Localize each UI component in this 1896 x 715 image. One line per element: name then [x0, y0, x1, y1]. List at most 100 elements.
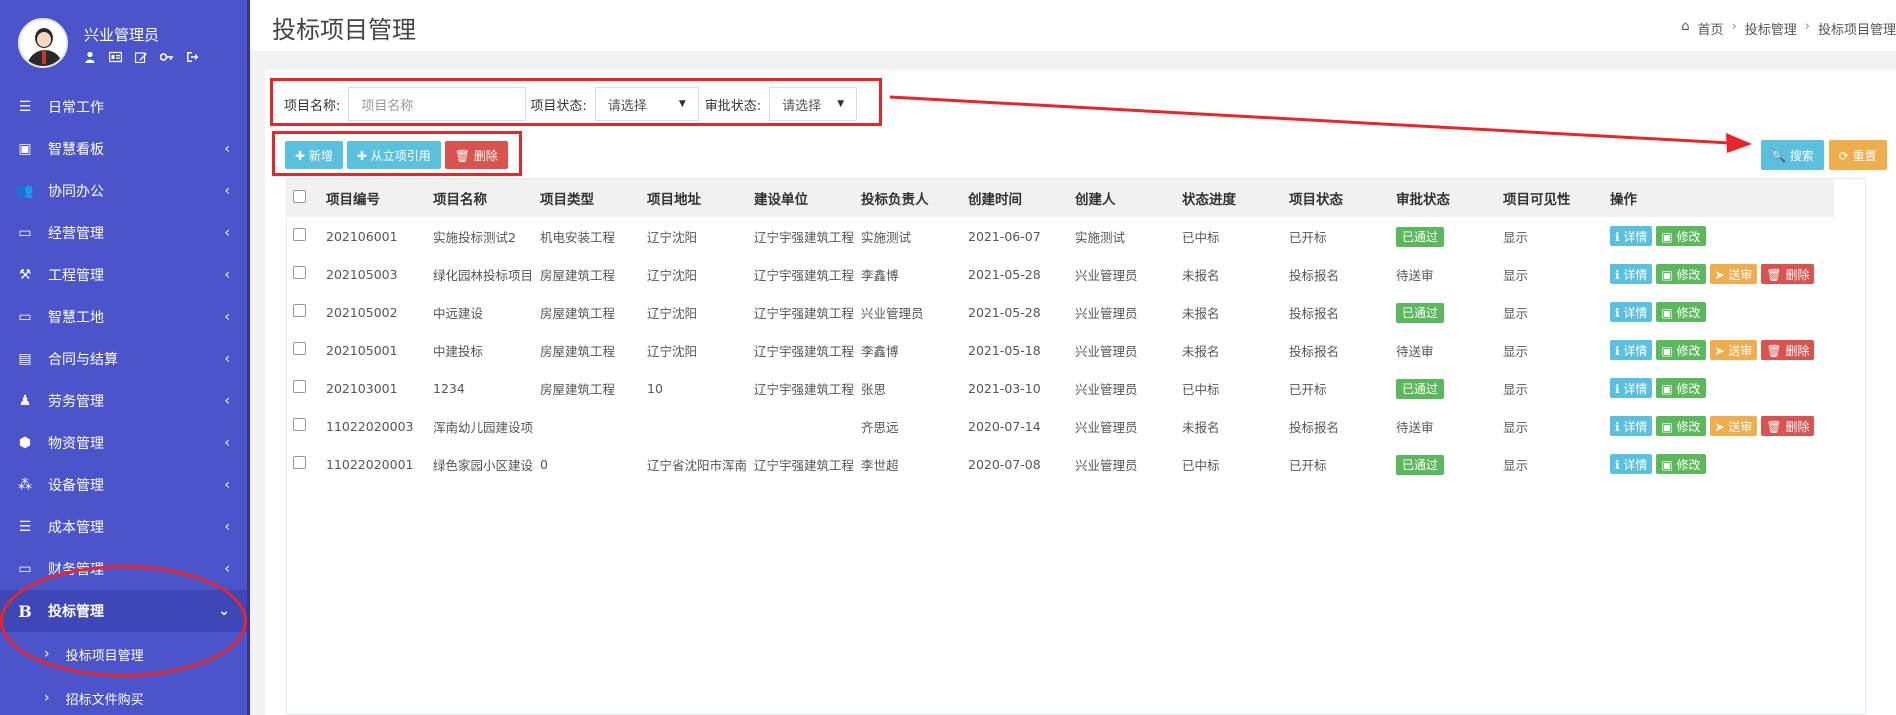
user-icon[interactable] [84, 51, 96, 63]
cell-progress: 未报名 [1182, 343, 1220, 359]
sidebar-item-2[interactable]: 👥 协同办公 ‹ [0, 170, 250, 212]
send-button[interactable]: ➤ 送审 [1709, 416, 1758, 436]
sidebar-item-3[interactable]: ▭ 经营管理 ‹ [0, 212, 250, 254]
cell-type: 机电安装工程 [540, 229, 616, 245]
cell-type [534, 407, 641, 445]
sidebar-item-label: 投标管理 [48, 604, 104, 620]
detail-button[interactable]: ℹ 详情 [1610, 226, 1653, 246]
cell-status: 已开标 [1289, 457, 1327, 473]
chevron-left-icon: ‹ [224, 519, 230, 535]
send-button[interactable]: ➤ 送审 [1709, 264, 1758, 284]
table-header: 项目编号 项目名称 项目类型 项目地址 建设单位 投标负责人 创建时间 创建人 状态进度 项目状态… [287, 179, 1834, 217]
box-icon: ⬢ [18, 435, 32, 451]
detail-button[interactable]: ℹ 详情 [1610, 416, 1653, 436]
row-checkbox[interactable] [293, 380, 306, 393]
cell-progress: 未报名 [1182, 267, 1220, 283]
edit-button[interactable]: ▣ 修改 [1656, 226, 1706, 246]
list-icon: ☰ [18, 519, 32, 535]
key-icon[interactable] [160, 51, 173, 63]
project-status-select[interactable]: 请选择 ▼ [594, 87, 699, 121]
cell-name: 绿色家园小区建设项 [433, 457, 534, 473]
sidebar-item-9[interactable]: ⁂ 设备管理 ‹ [0, 464, 250, 506]
sidebar-item-8[interactable]: ⬢ 物资管理 ‹ [0, 422, 250, 464]
sidebar-item-12[interactable]: B 投标管理 ⌄ [0, 590, 250, 632]
row-checkbox[interactable] [293, 228, 306, 241]
cell-addr: 辽宁沈阳 [647, 343, 698, 359]
detail-button[interactable]: ℹ 详情 [1610, 378, 1653, 398]
sidebar-item-11[interactable]: ▭ 财务管理 ‹ [0, 548, 250, 590]
table-row: 202106001实施投标测试2机电安装工程辽宁沈阳辽宁宇强建筑工程有实施测试2… [287, 217, 1834, 255]
detail-button[interactable]: ℹ 详情 [1610, 340, 1653, 360]
edit-button[interactable]: ▣ 修改 [1656, 378, 1706, 398]
edit-button[interactable]: ▣ 修改 [1656, 264, 1706, 284]
chevron-left-icon: ‹ [224, 309, 230, 325]
row-checkbox[interactable] [293, 266, 306, 279]
approval-status-select[interactable]: 请选择 ▼ [769, 87, 858, 121]
add-button[interactable]: ✚ 新增 [285, 141, 343, 169]
home-icon: ⌂ [1681, 19, 1690, 34]
edit-icon[interactable] [135, 51, 147, 63]
del-button[interactable]: 🗑 删除 [1761, 416, 1815, 436]
sidebar-item-7[interactable]: ♟ 劳务管理 ‹ [0, 380, 250, 422]
id-card-icon[interactable] [109, 51, 122, 63]
del-button[interactable]: 🗑 删除 [1761, 340, 1815, 360]
project-status-label: 项目状态: [530, 98, 587, 114]
edit-button[interactable]: ▣ 修改 [1656, 454, 1706, 474]
row-checkbox[interactable] [293, 342, 306, 355]
chevron-left-icon: ‹ [224, 141, 230, 157]
send-button[interactable]: ➤ 送审 [1709, 340, 1758, 360]
sidebar-sub-bid-project[interactable]: › 投标项目管理 [0, 632, 250, 676]
breadcrumb-bid[interactable]: 投标管理 [1745, 19, 1797, 38]
cell-unit: 辽宁宇强建筑工程有 [754, 343, 855, 359]
sidebar-item-5[interactable]: ▭ 智慧工地 ‹ [0, 296, 250, 338]
table-row: 202105003 绿化园林投标项目房屋建筑工程 辽宁沈阳 辽宁宇强建筑工程有李鑫博 2… [287, 255, 1834, 293]
cell-visible: 显示 [1503, 419, 1529, 435]
column-header: 项目状态 [1289, 192, 1343, 208]
sidebar-item-0[interactable]: ☰ 日常工作 [0, 86, 250, 128]
column-header: 项目类型 [540, 192, 594, 208]
detail-button[interactable]: ℹ 详情 [1610, 264, 1653, 284]
delete-button[interactable]: 🗑 删除 [444, 141, 508, 169]
cell-unit: 辽宁宇强建筑工程有 [754, 267, 855, 283]
caret-down-icon: ▼ [837, 99, 845, 109]
logout-icon[interactable] [186, 51, 199, 63]
cell-time: 2021-06-07 [968, 228, 1041, 244]
cell-leader: 李世超 [861, 457, 899, 473]
cell-time: 2020-07-08 [968, 456, 1041, 472]
sidebar-item-label: 日常工作 [48, 100, 104, 116]
sidebar-item-1[interactable]: ▣ 智慧看板 ‹ [0, 128, 250, 170]
sidebar-item-10[interactable]: ☰ 成本管理 ‹ [0, 506, 250, 548]
worker-icon: ♟ [18, 393, 32, 409]
cell-time: 2021-05-28 [968, 304, 1041, 320]
list-icon: ☰ [18, 99, 32, 115]
cell-addr: 辽宁沈阳 [647, 267, 698, 283]
row-checkbox[interactable] [293, 304, 306, 317]
reset-button[interactable]: ⟳ 重置 [1828, 140, 1887, 170]
row-checkbox[interactable] [293, 418, 306, 431]
sidebar-item-6[interactable]: ▤ 合同与结算 ‹ [0, 338, 250, 380]
edit-button[interactable]: ▣ 修改 [1656, 416, 1706, 436]
cell-approval: 已通过 [1390, 217, 1497, 255]
column-header: 操作 [1610, 192, 1637, 208]
search-button[interactable]: 🔍 搜索 [1761, 140, 1824, 170]
cell-progress: 已中标 [1182, 457, 1220, 473]
select-all-checkbox[interactable] [293, 189, 306, 203]
table-row: 11022020003 浑南幼儿园建设项目 齐思远 2020-07-14 兴业管理员 未报… [287, 407, 1834, 445]
breadcrumb-current: 投标项目管理 [1817, 23, 1896, 38]
sidebar-item-4[interactable]: ⚒ 工程管理 ‹ [0, 254, 250, 296]
edit-button[interactable]: ▣ 修改 [1656, 302, 1706, 322]
del-button[interactable]: 🗑 删除 [1761, 264, 1815, 284]
column-header: 创建时间 [968, 192, 1022, 208]
sidebar-sub-tender-purchase[interactable]: › 招标文件购买 [0, 676, 250, 715]
row-checkbox[interactable] [293, 456, 306, 469]
approval-badge: 已通过 [1396, 378, 1445, 399]
cell-visible: 显示 [1503, 305, 1529, 321]
detail-button[interactable]: ℹ 详情 [1610, 454, 1653, 474]
breadcrumb-home[interactable]: 首页 [1698, 19, 1724, 38]
edit-button[interactable]: ▣ 修改 [1656, 340, 1706, 360]
cell-unit [748, 407, 855, 445]
avatar[interactable] [18, 18, 68, 68]
project-name-input[interactable]: 项目名称 [348, 87, 527, 121]
cite-from-project-button[interactable]: ✚ 从立项引用 [346, 141, 441, 169]
detail-button[interactable]: ℹ 详情 [1610, 302, 1653, 322]
